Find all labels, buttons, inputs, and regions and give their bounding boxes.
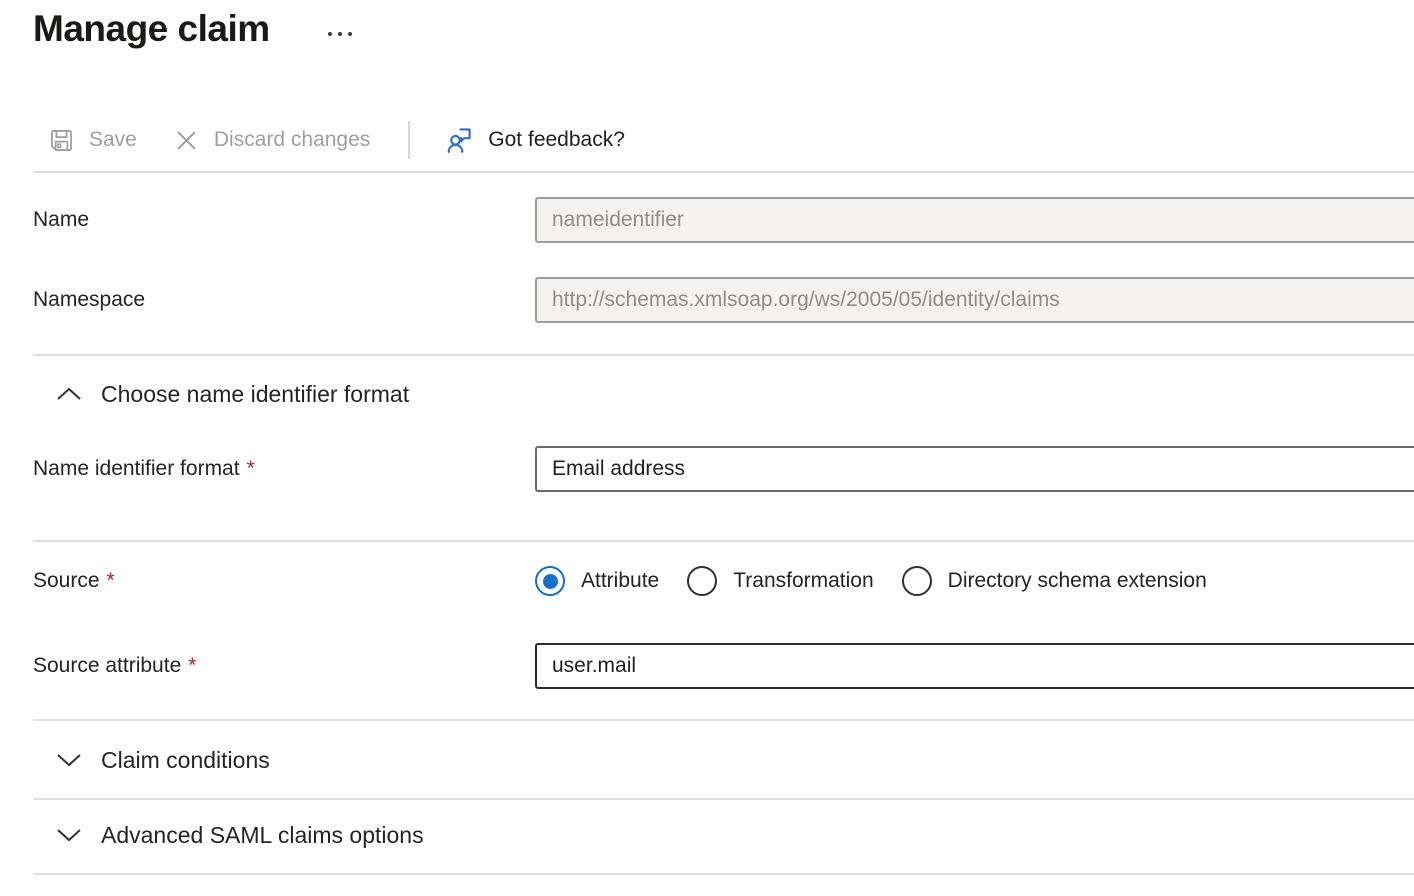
source-radio-group: Attribute Transformation Directory schem…: [535, 566, 1414, 596]
radio-transformation[interactable]: Transformation: [687, 566, 873, 596]
radio-attribute[interactable]: Attribute: [535, 566, 659, 596]
section-claim-conditions[interactable]: Claim conditions: [33, 744, 1414, 776]
source-label: Source*: [33, 569, 535, 593]
ellipsis-icon: [328, 32, 332, 36]
radio-label: Attribute: [581, 569, 659, 593]
dismiss-icon: [173, 127, 200, 154]
name-field-row: Name: [33, 197, 1414, 243]
got-feedback-button[interactable]: Got feedback?: [444, 125, 625, 155]
namespace-input: [535, 277, 1414, 323]
divider: [33, 540, 1414, 542]
ellipsis-icon: [338, 32, 342, 36]
required-asterisk: *: [188, 654, 196, 677]
required-asterisk: *: [107, 569, 115, 592]
save-icon: [48, 127, 75, 154]
required-asterisk: *: [247, 457, 255, 480]
divider: [33, 873, 1414, 875]
radio-directory-schema-extension[interactable]: Directory schema extension: [902, 566, 1207, 596]
discard-label: Discard changes: [214, 128, 370, 152]
divider: [33, 719, 1414, 721]
source-attribute-label: Source attribute*: [33, 654, 535, 678]
ellipsis-icon: [348, 32, 352, 36]
feedback-label: Got feedback?: [488, 128, 625, 152]
page-header: Manage claim: [0, 0, 1414, 48]
save-label: Save: [89, 128, 137, 152]
radio-label: Transformation: [733, 569, 873, 593]
radio-label: Directory schema extension: [948, 569, 1207, 593]
source-field-row: Source* Attribute Transformation Directo…: [33, 566, 1414, 596]
command-bar: Save Discard changes Got feedback?: [0, 118, 1414, 162]
source-attribute-row: Source attribute*: [33, 643, 1414, 689]
section-label: Choose name identifier format: [101, 381, 409, 408]
radio-button-icon: [902, 566, 932, 596]
section-label: Claim conditions: [101, 747, 270, 774]
section-label: Advanced SAML claims options: [101, 822, 424, 849]
divider: [33, 354, 1414, 356]
page-title: Manage claim: [33, 8, 270, 50]
name-input: [535, 197, 1414, 243]
feedback-icon: [444, 125, 474, 155]
more-options-button[interactable]: [324, 28, 356, 40]
name-label: Name: [33, 208, 535, 232]
radio-button-icon: [535, 566, 565, 596]
section-advanced-saml-claims-options[interactable]: Advanced SAML claims options: [33, 819, 1414, 851]
radio-button-icon: [687, 566, 717, 596]
namespace-field-row: Namespace: [33, 277, 1414, 323]
section-choose-name-identifier-format[interactable]: Choose name identifier format: [33, 378, 1414, 410]
chevron-up-icon: [56, 387, 82, 401]
divider: [33, 798, 1414, 800]
chevron-down-icon: [56, 828, 82, 842]
discard-changes-button[interactable]: Discard changes: [173, 127, 370, 154]
divider: [33, 171, 1414, 173]
name-identifier-format-label: Name identifier format*: [33, 457, 535, 481]
name-identifier-format-row: Name identifier format*: [33, 446, 1414, 492]
chevron-down-icon: [56, 753, 82, 767]
source-attribute-input[interactable]: [535, 643, 1414, 689]
save-button[interactable]: Save: [48, 127, 137, 154]
toolbar-separator: [408, 121, 410, 159]
namespace-label: Namespace: [33, 288, 535, 312]
name-identifier-format-dropdown[interactable]: [535, 446, 1414, 492]
